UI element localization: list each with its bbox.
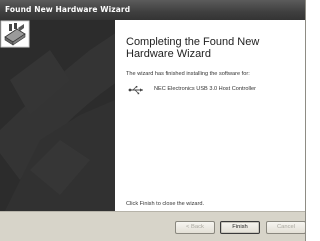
device-name: NEC Electronics USB 3.0 Host Controller [154, 86, 256, 92]
screenshot: Found New Hardware Wizard Completing the [0, 0, 309, 241]
wizard-side-panel [0, 20, 115, 211]
button-bar: < Back Finish Cancel [0, 211, 305, 241]
intro-text: The wizard has finished installing the s… [126, 71, 250, 77]
title-bar[interactable]: Found New Hardware Wizard [0, 0, 305, 20]
side-panel-decoration [0, 20, 115, 211]
finish-button[interactable]: Finish [220, 221, 260, 234]
close-instruction: Click Finish to close the wizard. [126, 201, 205, 207]
cancel-button[interactable]: Cancel [266, 221, 305, 234]
page-title: Completing the Found New Hardware Wizard [126, 36, 260, 60]
hardware-install-icon [0, 20, 30, 48]
back-button[interactable]: < Back [175, 221, 215, 234]
usb-icon [128, 85, 143, 95]
wizard-content: Completing the Found New Hardware Wizard… [115, 20, 305, 211]
wizard-window: Found New Hardware Wizard Completing the [0, 0, 306, 241]
